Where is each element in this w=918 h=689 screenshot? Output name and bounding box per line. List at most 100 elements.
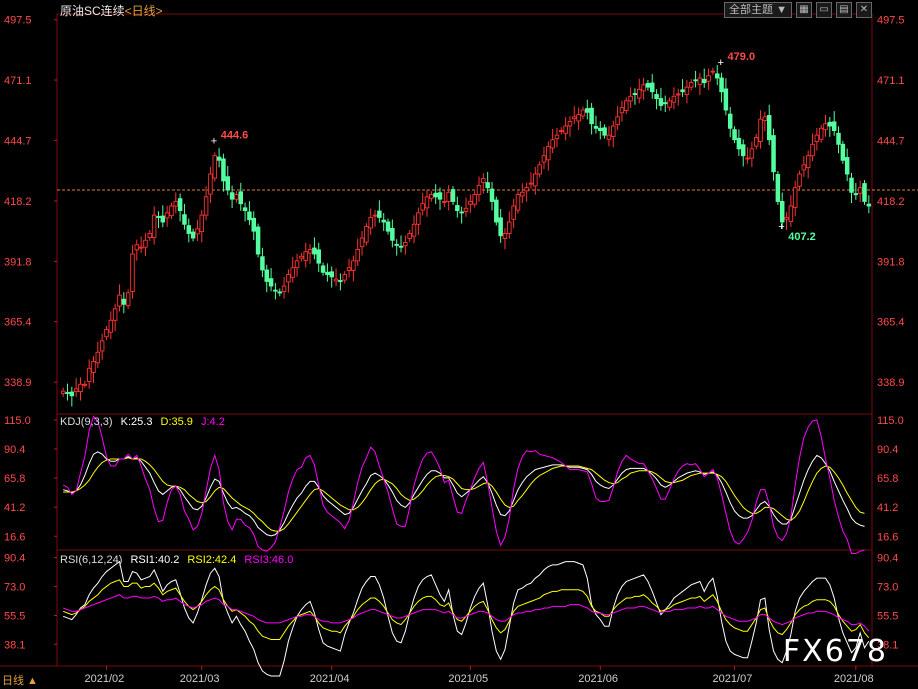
date-tick-label: 2021/04: [310, 673, 350, 685]
candle-body: [753, 136, 759, 147]
candle-body: [862, 183, 867, 202]
candle-body: [520, 191, 525, 197]
rsi3-value: RSI3:46.0: [244, 554, 294, 566]
close-icon[interactable]: ✕: [856, 2, 872, 18]
candle-body: [792, 187, 798, 208]
candle-body: [108, 319, 114, 333]
candle-body: [186, 225, 192, 234]
candle-body: [624, 100, 629, 111]
candle-body: [667, 100, 672, 108]
candle-body: [650, 82, 655, 93]
candle-body: [60, 390, 66, 394]
candle-body: [481, 178, 486, 184]
candle-body: [745, 157, 750, 160]
rsi-line-rsi1: [62, 560, 870, 677]
candle-body: [463, 207, 469, 212]
candle-body: [801, 164, 807, 171]
candle-body: [797, 173, 802, 187]
period-label[interactable]: <日线>: [125, 4, 163, 18]
candle-body: [455, 205, 460, 212]
rsi-ytick-right: 55.5: [877, 610, 898, 622]
candle-body: [593, 126, 599, 129]
candle-body: [758, 118, 763, 142]
candle-body: [831, 121, 837, 132]
candle-body: [827, 121, 833, 127]
candle-body: [420, 203, 425, 211]
candle-body: [117, 294, 122, 307]
candle-body: [515, 194, 521, 211]
candle-body: [433, 192, 438, 198]
kdj-d-value: D:35.9: [160, 416, 193, 428]
candle-body: [572, 116, 577, 120]
candle-body: [680, 89, 685, 93]
price-ytick-right: 444.7: [877, 135, 905, 147]
candle-body: [805, 155, 811, 169]
candle-body: [65, 392, 70, 394]
candle-body: [151, 214, 157, 238]
candle-body: [368, 216, 373, 229]
annotation-label: 479.0: [728, 51, 756, 63]
candle-body: [351, 260, 356, 271]
kdj-ytick-right: 16.6: [877, 531, 898, 543]
collapse-icon[interactable]: ▭: [816, 2, 832, 18]
price-ytick-right: 365.4: [877, 317, 905, 329]
kdj-label: KDJ(9,3,3): [60, 416, 113, 428]
rsi-ytick-left: 38.1: [4, 639, 25, 651]
candle-body: [303, 251, 308, 261]
candle-body: [268, 278, 274, 287]
candle-body: [468, 200, 473, 205]
candle-body: [229, 192, 235, 200]
candle-body: [853, 193, 859, 196]
candle-body: [290, 267, 295, 278]
candle-body: [221, 158, 226, 182]
candle-body: [216, 156, 222, 161]
price-ytick-right: 391.8: [877, 256, 905, 268]
kdj-ytick-left: 90.4: [4, 444, 25, 456]
candle-body: [857, 187, 863, 194]
symbol-title: 原油SC连续: [60, 4, 125, 18]
period-tab[interactable]: 日线 ▲: [2, 672, 38, 688]
candle-body: [394, 243, 399, 246]
candle-body: [86, 367, 92, 382]
grid-icon[interactable]: ▦: [796, 2, 812, 18]
candle-body: [866, 203, 872, 207]
candle-body: [359, 237, 365, 248]
toolbar: 全部主题 ▼ ▦ ▭ ▤ ✕: [724, 2, 872, 18]
theme-select-button[interactable]: 全部主题 ▼: [724, 2, 792, 18]
candle-body: [740, 144, 746, 157]
price-ytick-left: 497.5: [4, 15, 32, 27]
candle-body: [398, 245, 404, 248]
kdj-ytick-left: 41.2: [4, 502, 25, 514]
candle-body: [156, 216, 161, 218]
candle-body: [749, 148, 755, 159]
candle-body: [424, 196, 430, 209]
candle-body: [82, 383, 88, 386]
candle-body: [95, 351, 101, 364]
price-ytick-left: 444.7: [4, 135, 32, 147]
candle-body: [255, 226, 261, 255]
rsi-ytick-left: 73.0: [4, 581, 25, 593]
candle-body: [225, 176, 231, 191]
candle-body: [559, 130, 564, 133]
candle-body: [580, 109, 586, 117]
price-ytick-right: 497.5: [877, 15, 905, 27]
annotation-marker: +: [211, 136, 217, 148]
candle-body: [299, 255, 304, 259]
candle-body: [645, 83, 651, 88]
candle-body: [511, 205, 516, 220]
candle-body: [99, 340, 105, 352]
candle-body: [342, 274, 347, 281]
candle-body: [277, 291, 282, 294]
candle-body: [606, 134, 612, 140]
kdj-k-value: K:25.3: [120, 416, 153, 428]
annotation-label: 444.6: [221, 130, 249, 142]
settings-icon[interactable]: ▤: [836, 2, 852, 18]
rsi-ytick-right: 90.4: [877, 553, 898, 565]
candle-body: [329, 271, 334, 278]
candle-body: [333, 278, 339, 282]
candle-body: [260, 256, 265, 271]
candle-body: [416, 212, 421, 225]
candle-body: [429, 194, 434, 199]
candle-body: [641, 84, 646, 92]
annotation-marker: +: [718, 57, 724, 69]
